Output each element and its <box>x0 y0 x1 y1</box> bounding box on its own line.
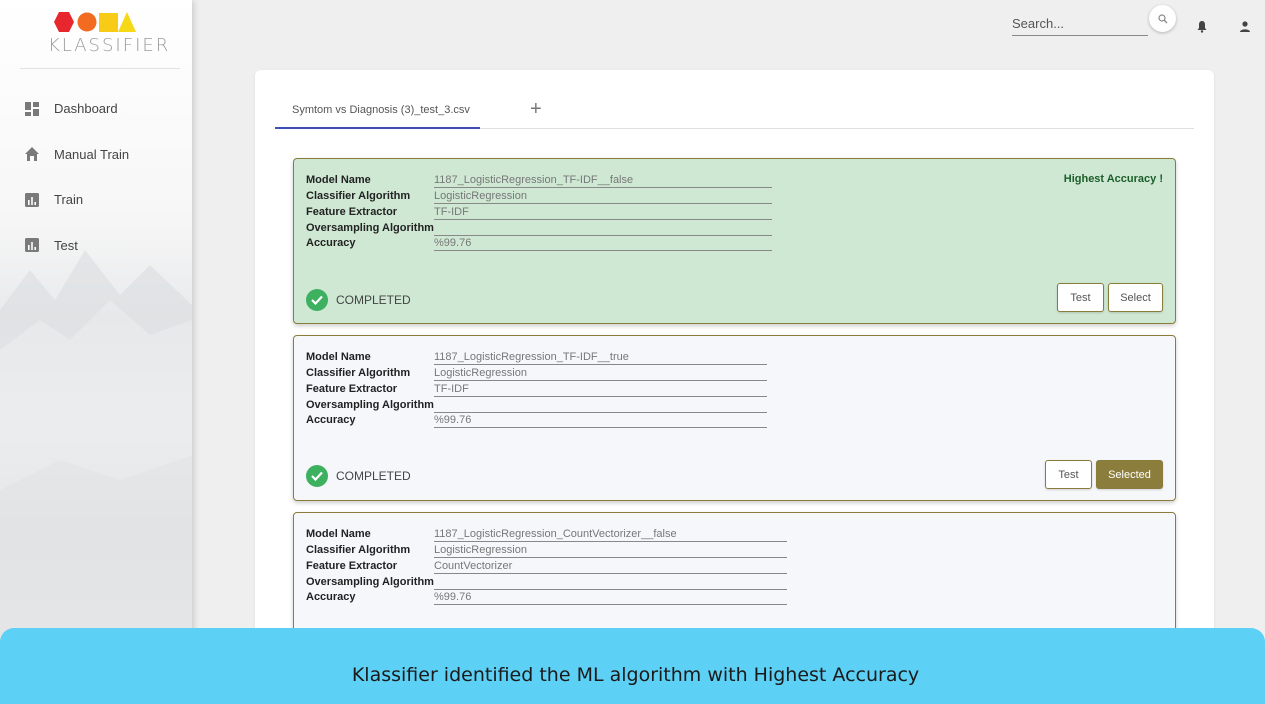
logo-shapes-icon <box>54 12 136 32</box>
search-icon <box>1157 13 1167 23</box>
feature-row: Feature Extractor CountVectorizer <box>306 558 787 574</box>
feature-value: TF-IDF <box>434 381 767 397</box>
main-panel: Symtom vs Diagnosis (3)_test_3.csv + Mod… <box>255 70 1214 704</box>
check-circle-icon <box>306 289 328 311</box>
status-indicator: COMPLETED <box>306 465 411 487</box>
accuracy-row: Accuracy %99.76 <box>306 412 786 428</box>
caption-text: Klassifier identified the ML algorithm w… <box>351 664 920 686</box>
feature-row: Feature Extractor TF-IDF <box>306 381 786 397</box>
mountain-background-image <box>0 250 192 650</box>
search-button[interactable] <box>1149 5 1176 32</box>
sidebar-nav: Dashboard Manual Train Train Test <box>0 86 192 268</box>
field-label: Feature Extractor <box>306 560 398 572</box>
feature-value: TF-IDF <box>434 204 772 220</box>
field-label: Classifier Algorithm <box>306 190 411 202</box>
accuracy-value: %99.76 <box>434 412 767 428</box>
test-button[interactable]: Test <box>1045 460 1092 489</box>
status-indicator: COMPLETED <box>306 289 411 311</box>
search-input[interactable] <box>1012 12 1148 36</box>
classifier-value: LogisticRegression <box>434 542 787 558</box>
field-label: Accuracy <box>306 414 356 426</box>
field-label: Model Name <box>306 174 371 186</box>
user-icon[interactable] <box>1239 20 1251 33</box>
bar-chart-icon <box>25 192 39 207</box>
brand-name: KLASSIFIER <box>48 35 171 56</box>
file-tabs: Symtom vs Diagnosis (3)_test_3.csv + <box>275 94 1194 129</box>
highest-accuracy-badge: Highest Accuracy ! <box>1063 173 1163 185</box>
field-label: Feature Extractor <box>306 206 398 218</box>
model-name-value: 1187_LogisticRegression_TF-IDF__false <box>434 172 772 188</box>
field-label: Oversampling Algorithm <box>306 399 434 411</box>
field-label: Feature Extractor <box>306 383 398 395</box>
oversampling-row: Oversampling Algorithm <box>306 220 786 236</box>
field-label: Classifier Algorithm <box>306 544 411 556</box>
sidebar-item-label: Test <box>54 237 78 253</box>
model-name-row: Model Name 1187_LogisticRegression_TF-ID… <box>306 349 786 365</box>
accuracy-row: Accuracy %99.76 <box>306 589 787 605</box>
feature-row: Feature Extractor TF-IDF <box>306 204 786 220</box>
sidebar: KLASSIFIER Dashboard Manual Train Train <box>0 0 192 704</box>
check-circle-icon <box>306 465 328 487</box>
add-tab-button[interactable]: + <box>530 98 542 121</box>
select-button[interactable]: Select <box>1108 283 1163 312</box>
accuracy-value: %99.76 <box>434 589 787 605</box>
app-logo[interactable]: KLASSIFIER <box>48 12 171 62</box>
model-name-value: 1187_LogisticRegression_CountVectorizer_… <box>434 526 787 542</box>
tab-file[interactable]: Symtom vs Diagnosis (3)_test_3.csv <box>275 94 480 129</box>
sidebar-item-test[interactable]: Test <box>0 223 192 269</box>
classifier-value: LogisticRegression <box>434 365 767 381</box>
classifier-row: Classifier Algorithm LogisticRegression <box>306 542 787 558</box>
classifier-row: Classifier Algorithm LogisticRegression <box>306 188 786 204</box>
oversampling-value <box>434 397 767 413</box>
sidebar-item-label: Dashboard <box>54 101 118 117</box>
sidebar-divider <box>20 68 180 69</box>
oversampling-row: Oversampling Algorithm <box>306 397 786 413</box>
bell-icon[interactable] <box>1196 20 1208 33</box>
sidebar-item-dashboard[interactable]: Dashboard <box>0 86 192 132</box>
sidebar-item-manual-train[interactable]: Manual Train <box>0 132 192 178</box>
model-name-value: 1187_LogisticRegression_TF-IDF__true <box>434 349 767 365</box>
sidebar-item-label: Train <box>54 192 84 208</box>
caption-banner: Klassifier identified the ML algorithm w… <box>0 628 1265 704</box>
model-name-row: Model Name 1187_LogisticRegression_Count… <box>306 526 787 542</box>
oversampling-row: Oversampling Algorithm <box>306 574 787 590</box>
field-label: Accuracy <box>306 591 356 603</box>
bar-chart-icon <box>25 238 39 253</box>
field-label: Model Name <box>306 351 371 363</box>
accuracy-value: %99.76 <box>434 235 772 251</box>
test-button[interactable]: Test <box>1057 283 1104 312</box>
field-label: Accuracy <box>306 237 356 249</box>
accuracy-row: Accuracy %99.76 <box>306 235 786 251</box>
sidebar-item-label: Manual Train <box>54 146 130 162</box>
field-label: Classifier Algorithm <box>306 367 411 379</box>
dashboard-icon <box>25 101 39 116</box>
field-label: Oversampling Algorithm <box>306 576 434 588</box>
field-label: Oversampling Algorithm <box>306 222 434 234</box>
model-card: Model Name 1187_LogisticRegression_TF-ID… <box>293 335 1176 501</box>
status-text: COMPLETED <box>336 293 411 307</box>
status-text: COMPLETED <box>336 469 411 483</box>
classifier-row: Classifier Algorithm LogisticRegression <box>306 365 786 381</box>
field-label: Model Name <box>306 528 371 540</box>
feature-value: CountVectorizer <box>434 558 787 574</box>
oversampling-value <box>434 220 772 236</box>
model-card: Model Name 1187_LogisticRegression_TF-ID… <box>293 158 1176 324</box>
sidebar-item-train[interactable]: Train <box>0 177 192 223</box>
model-name-row: Model Name 1187_LogisticRegression_TF-ID… <box>306 172 786 188</box>
selected-button[interactable]: Selected <box>1096 460 1163 489</box>
classifier-value: LogisticRegression <box>434 188 772 204</box>
home-icon <box>25 147 39 162</box>
oversampling-value <box>434 574 787 590</box>
